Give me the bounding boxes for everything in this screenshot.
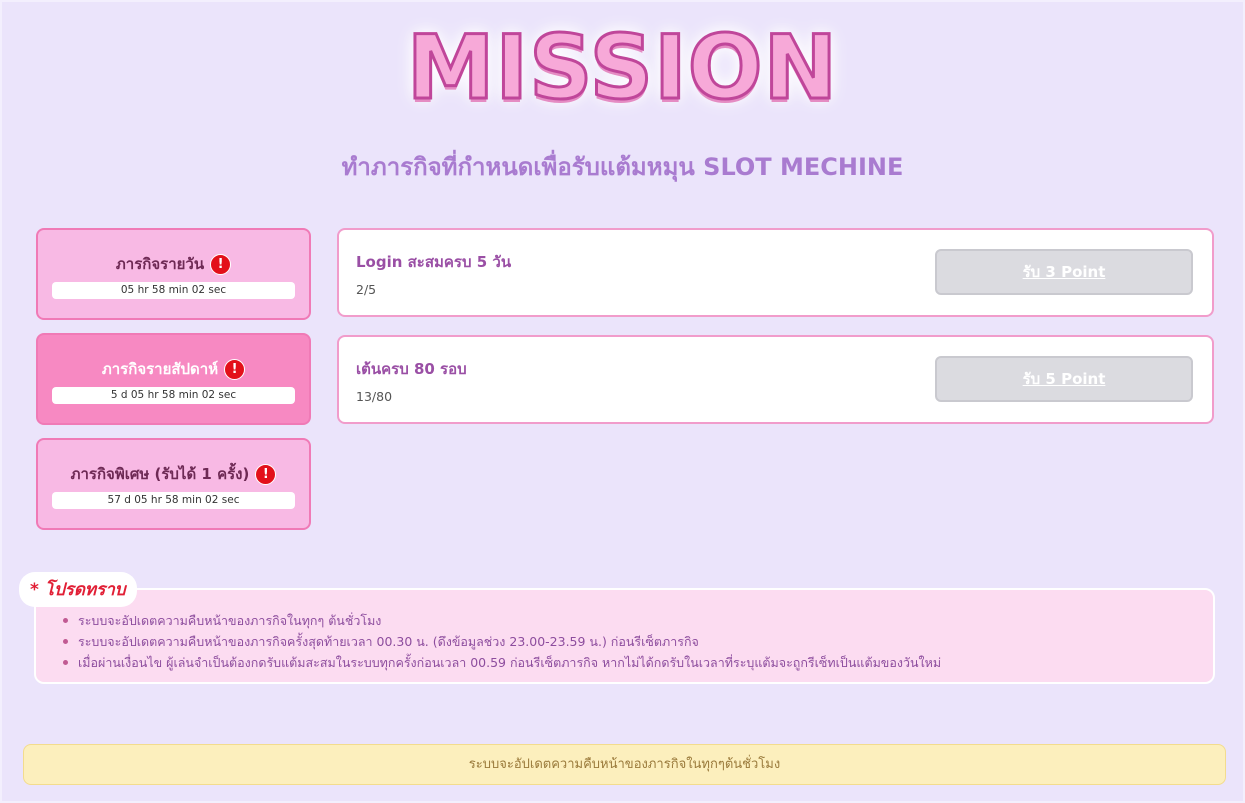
tab-daily-mission[interactable]: ภารกิจรายวัน! 05 hr 58 min 02 sec bbox=[36, 228, 311, 320]
alert-icon: ! bbox=[224, 359, 246, 380]
alert-icon: ! bbox=[210, 254, 232, 275]
claim-button[interactable]: รับ 3 Point bbox=[935, 249, 1193, 295]
alert-icon: ! bbox=[255, 464, 277, 485]
page-subtitle: ทำภารกิจที่กำหนดเพื่อรับแต้มหมุน SLOT ME… bbox=[341, 153, 904, 181]
mission-logo: MISSION bbox=[405, 16, 839, 119]
tab-label: ภารกิจพิเศษ (รับได้ 1 ครั้ง) bbox=[70, 465, 250, 483]
task-progress: 13/80 bbox=[356, 389, 393, 404]
tab-timer: 57 d 05 hr 58 min 02 sec bbox=[52, 492, 295, 509]
claim-button[interactable]: รับ 5 Point bbox=[935, 356, 1193, 402]
notice-item: ระบบจะอัปเดตความคืบหน้าของภารกิจครั้งสุด… bbox=[62, 631, 941, 652]
tab-weekly-mission[interactable]: ภารกิจรายสัปดาห์! 5 d 05 hr 58 min 02 se… bbox=[36, 333, 311, 425]
tab-timer: 05 hr 58 min 02 sec bbox=[52, 282, 295, 299]
task-list: Login สะสมครบ 5 วัน 2/5 รับ 3 Point เต้น… bbox=[337, 228, 1214, 442]
task-card: เต้นครบ 80 รอบ 13/80 รับ 5 Point bbox=[337, 335, 1214, 424]
notice-item: เมื่อผ่านเงื่อนไข ผู้เล่นจำเป็นต้องกดรับ… bbox=[62, 652, 941, 673]
tab-special-mission[interactable]: ภารกิจพิเศษ (รับได้ 1 ครั้ง)! 57 d 05 hr… bbox=[36, 438, 311, 530]
notice-item: ระบบจะอัปเดตความคืบหน้าของภารกิจในทุกๆ ต… bbox=[62, 610, 941, 631]
task-progress: 2/5 bbox=[356, 282, 377, 297]
footer-info-bar: ระบบจะอัปเดตความคืบหน้าของภารกิจในทุกๆต้… bbox=[23, 744, 1226, 785]
task-title: เต้นครบ 80 รอบ bbox=[356, 360, 467, 378]
task-card: Login สะสมครบ 5 วัน 2/5 รับ 3 Point bbox=[337, 228, 1214, 317]
tab-label: ภารกิจรายวัน bbox=[115, 255, 205, 273]
task-title: Login สะสมครบ 5 วัน bbox=[356, 253, 512, 271]
tab-timer: 5 d 05 hr 58 min 02 sec bbox=[52, 387, 295, 404]
notice-box: ระบบจะอัปเดตความคืบหน้าของภารกิจในทุกๆ ต… bbox=[34, 588, 1215, 684]
mission-tabs: ภารกิจรายวัน! 05 hr 58 min 02 sec ภารกิจ… bbox=[36, 228, 311, 543]
tab-title: ภารกิจรายวัน! bbox=[38, 252, 309, 276]
tab-label: ภารกิจรายสัปดาห์ bbox=[101, 360, 219, 378]
tab-title: ภารกิจรายสัปดาห์! bbox=[38, 357, 309, 381]
tab-title: ภารกิจพิเศษ (รับได้ 1 ครั้ง)! bbox=[38, 462, 309, 486]
notice-tag: * โปรดทราบ bbox=[19, 572, 137, 607]
notice-list: ระบบจะอัปเดตความคืบหน้าของภารกิจในทุกๆ ต… bbox=[62, 610, 941, 673]
